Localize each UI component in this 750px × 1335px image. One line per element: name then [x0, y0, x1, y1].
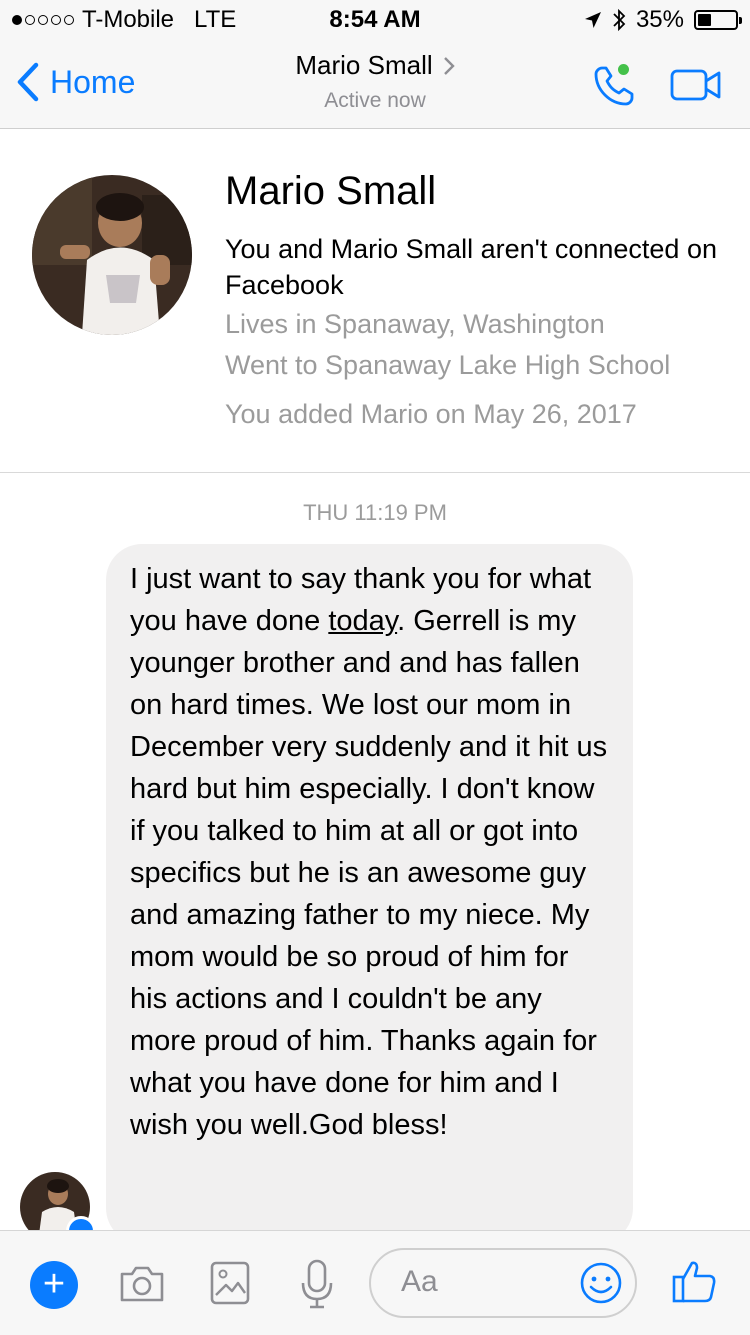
- video-call-icon[interactable]: [670, 68, 722, 102]
- message-input[interactable]: Aa: [369, 1248, 637, 1318]
- status-bar: T-Mobile LTE 8:54 AM 35%: [0, 0, 750, 40]
- avatar[interactable]: [32, 175, 192, 335]
- thumbs-up-icon[interactable]: [670, 1257, 718, 1305]
- bluetooth-icon: [613, 8, 626, 32]
- battery-percent: 35%: [635, 6, 684, 33]
- phone-icon: [594, 66, 634, 106]
- online-dot-icon: [618, 64, 629, 75]
- voice-call-button[interactable]: [592, 62, 638, 108]
- camera-icon[interactable]: [118, 1264, 166, 1304]
- message-bubble[interactable]: I just want to say thank you for what yo…: [106, 544, 633, 1244]
- message-text-rest: . Gerrell is my younger brother and and …: [130, 605, 608, 1141]
- battery-icon: [694, 10, 742, 30]
- message-link-today[interactable]: today: [328, 605, 397, 637]
- connection-status: You and Mario Small aren't connected on …: [225, 234, 717, 300]
- chevron-right-icon: [443, 56, 455, 75]
- navigation-bar: Home Mario Small Active now: [0, 40, 750, 129]
- education-text: Went to Spanaway Lake High School: [225, 350, 671, 380]
- plus-icon[interactable]: +: [30, 1261, 78, 1309]
- location-arrow-icon: [584, 12, 601, 28]
- lives-in-text: Lives in Spanaway, Washington: [225, 309, 605, 339]
- message-timestamp: THU 11:19 PM: [303, 500, 447, 525]
- contact-profile-card: Mario Small You and Mario Small aren't c…: [0, 129, 750, 473]
- profile-name: Mario Small: [225, 169, 437, 213]
- message-input-placeholder: Aa: [401, 1265, 438, 1298]
- contact-name: Mario Small: [295, 50, 433, 80]
- emoji-icon[interactable]: [579, 1261, 623, 1305]
- message-composer: + Aa: [0, 1230, 750, 1335]
- microphone-icon[interactable]: [300, 1259, 334, 1311]
- status-right: 35%: [584, 6, 742, 34]
- gallery-icon[interactable]: [210, 1261, 250, 1305]
- added-date-text: You added Mario on May 26, 2017: [225, 399, 637, 429]
